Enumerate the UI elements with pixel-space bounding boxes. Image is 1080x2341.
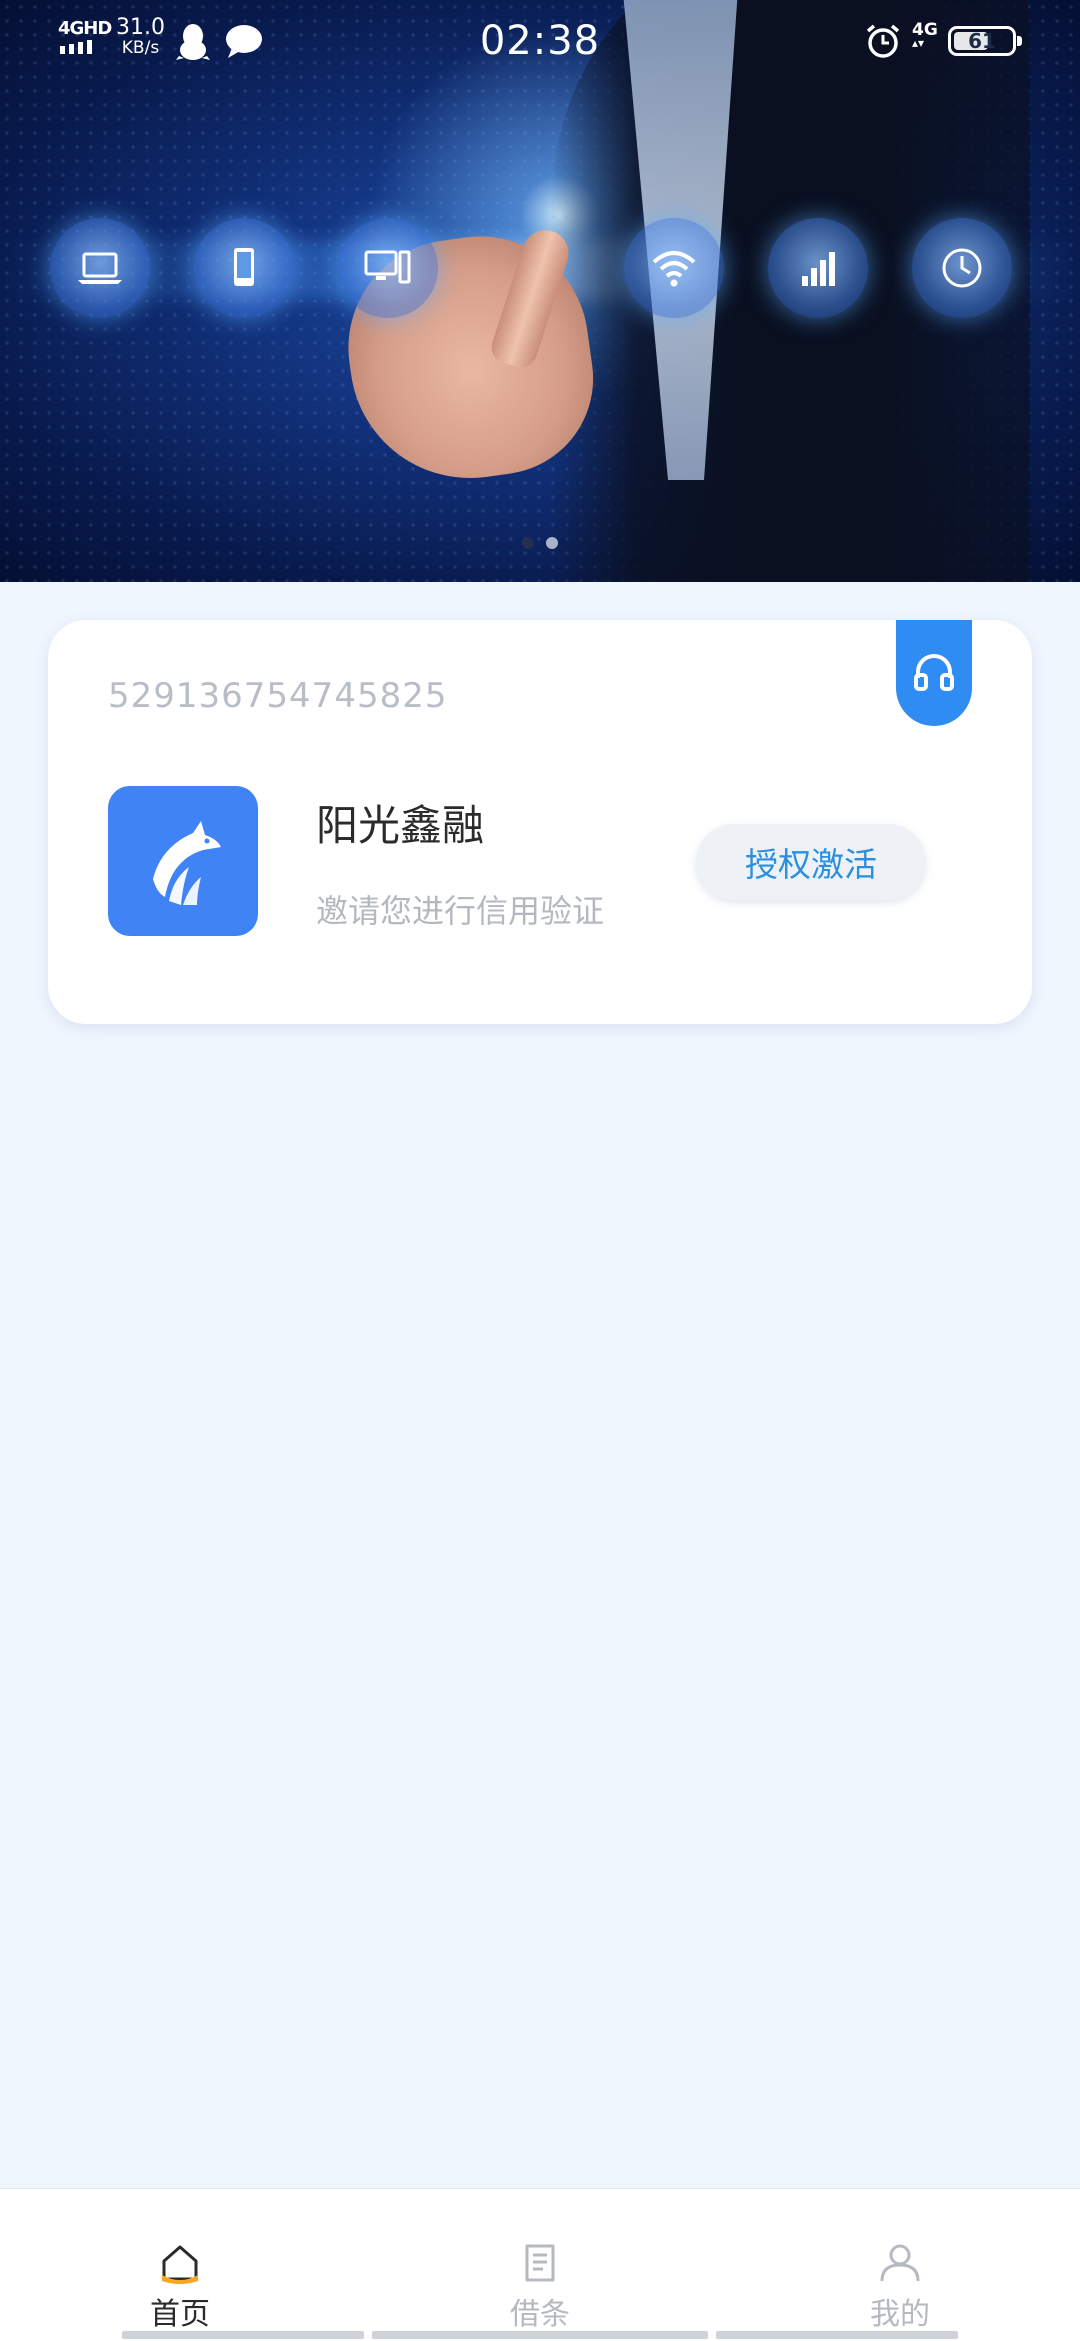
loan-app-card[interactable]: 529136754745825 阳光鑫融 邀请您进行信用验证 授权激活	[48, 620, 1032, 1024]
gesture-bar-right	[716, 2331, 958, 2339]
laptop-icon	[50, 218, 150, 318]
customer-service-button[interactable]	[896, 620, 972, 726]
headset-icon	[914, 654, 954, 691]
gesture-bar-center[interactable]	[372, 2331, 708, 2339]
battery-icon: 61	[948, 26, 1022, 56]
phone-icon	[194, 218, 294, 318]
nav-item-mine[interactable]: 我的	[800, 2189, 1000, 2332]
authorize-activate-button[interactable]: 授权激活	[696, 824, 926, 900]
nav-label-iou: 借条	[510, 2297, 570, 2332]
carousel-indicator[interactable]	[522, 537, 558, 549]
status-bar: 4GHD 31.0 KB/s 02:38 4G ▴▾ 61	[0, 0, 1080, 84]
wolf-logo-icon	[153, 821, 221, 905]
carousel-dot-active[interactable]	[546, 537, 558, 549]
nav-item-home[interactable]: 首页	[80, 2189, 280, 2332]
signal-bars-icon	[768, 218, 868, 318]
home-icon	[162, 2245, 198, 2284]
nav-label-mine: 我的	[870, 2297, 930, 2332]
app-name: 阳光鑫融	[316, 801, 485, 850]
alarm-icon	[866, 24, 900, 58]
hero-banner[interactable]	[0, 0, 1080, 582]
nav-label-home: 首页	[150, 2297, 210, 2332]
wifi-icon	[624, 218, 724, 318]
document-icon	[525, 2244, 555, 2282]
nav-item-iou[interactable]: 借条	[440, 2189, 640, 2332]
carousel-dot[interactable]	[522, 537, 534, 549]
bottom-nav: 首页 借条 我的	[0, 2188, 1080, 2341]
app-description: 邀请您进行信用验证	[316, 892, 605, 930]
network-type-right: 4G ▴▾	[912, 22, 938, 50]
desktop-icon	[338, 218, 438, 318]
app-logo	[108, 786, 258, 936]
gesture-bar-left	[122, 2331, 364, 2339]
user-icon	[880, 2244, 920, 2282]
clock-icon	[912, 218, 1012, 318]
battery-level: 61	[968, 29, 996, 53]
card-id-number: 529136754745825	[108, 676, 448, 716]
